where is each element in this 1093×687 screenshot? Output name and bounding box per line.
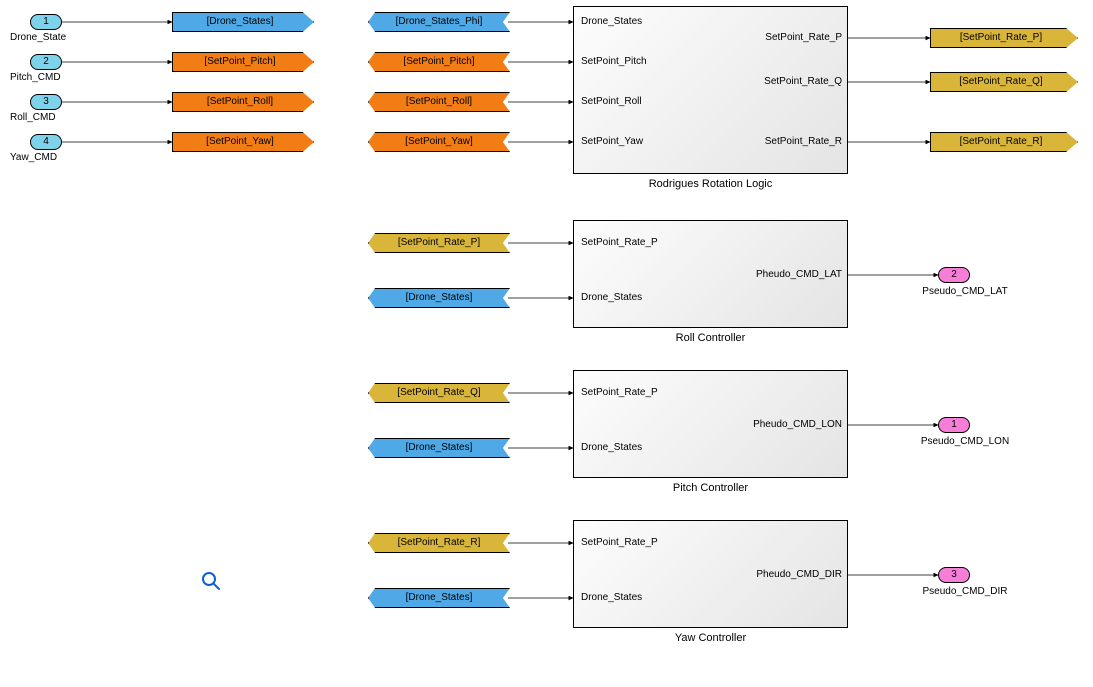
goto-tag[interactable]: [Drone_States]	[172, 12, 314, 32]
diagram-canvas: { "inports": [ { "num": "1", "label": "D…	[0, 0, 1093, 687]
inport-label: Drone_State	[10, 32, 66, 43]
goto-tag[interactable]: [SetPoint_Roll]	[172, 92, 314, 112]
outport-label: Pseudo_CMD_DIR	[900, 586, 1030, 597]
from-tag[interactable]: [SetPoint_Rate_P]	[368, 233, 510, 253]
from-tag[interactable]: [SetPoint_Rate_Q]	[368, 383, 510, 403]
block-outport-label: SetPoint_Rate_P	[742, 32, 842, 43]
wiring	[0, 0, 1093, 687]
block-inport-label: Drone_States	[581, 592, 642, 603]
from-tag[interactable]: [SetPoint_Yaw]	[368, 132, 510, 152]
zoom-icon[interactable]	[200, 570, 222, 595]
inport-label: Roll_CMD	[10, 112, 56, 123]
block-title: Yaw Controller	[573, 632, 848, 644]
from-tag[interactable]: [Drone_States]	[368, 438, 510, 458]
from-tag[interactable]: [Drone_States]	[368, 288, 510, 308]
goto-tag[interactable]: [SetPoint_Pitch]	[172, 52, 314, 72]
block-outport-label: Pheudo_CMD_DIR	[738, 569, 842, 580]
block-outport-label: Pheudo_CMD_LON	[738, 419, 842, 430]
block-title: Pitch Controller	[573, 482, 848, 494]
from-tag[interactable]: [SetPoint_Pitch]	[368, 52, 510, 72]
block-outport-label: SetPoint_Rate_R	[742, 136, 842, 147]
block-inport-label: SetPoint_Rate_P	[581, 237, 658, 248]
outport-pseudo_cmd_dir[interactable]: 3	[938, 567, 970, 583]
inport-label: Yaw_CMD	[10, 152, 57, 163]
goto-tag[interactable]: [SetPoint_Rate_Q]	[930, 72, 1078, 92]
inport-label: Pitch_CMD	[10, 72, 61, 83]
goto-tag[interactable]: [SetPoint_Rate_P]	[930, 28, 1078, 48]
goto-tag[interactable]: [SetPoint_Rate_R]	[930, 132, 1078, 152]
block-inport-label: Drone_States	[581, 16, 642, 27]
inport-drone_state[interactable]: 1	[30, 14, 62, 30]
block-inport-label: SetPoint_Rate_P	[581, 537, 658, 548]
outport-label: Pseudo_CMD_LAT	[900, 286, 1030, 297]
block-inport-label: Drone_States	[581, 442, 642, 453]
block-inport-label: SetPoint_Pitch	[581, 56, 647, 67]
block-inport-label: SetPoint_Roll	[581, 96, 642, 107]
from-tag[interactable]: [Drone_States_Phi]	[368, 12, 510, 32]
block-inport-label: Drone_States	[581, 292, 642, 303]
block-outport-label: Pheudo_CMD_LAT	[738, 269, 842, 280]
rodrigues-rotation-logic-title: Rodrigues Rotation Logic	[573, 178, 848, 190]
block-inport-label: SetPoint_Rate_P	[581, 387, 658, 398]
outport-label: Pseudo_CMD_LON	[900, 436, 1030, 447]
from-tag[interactable]: [SetPoint_Roll]	[368, 92, 510, 112]
goto-tag[interactable]: [SetPoint_Yaw]	[172, 132, 314, 152]
from-tag[interactable]: [SetPoint_Rate_R]	[368, 533, 510, 553]
outport-pseudo_cmd_lon[interactable]: 1	[938, 417, 970, 433]
inport-pitch_cmd[interactable]: 2	[30, 54, 62, 70]
from-tag[interactable]: [Drone_States]	[368, 588, 510, 608]
block-inport-label: SetPoint_Yaw	[581, 136, 643, 147]
block-outport-label: SetPoint_Rate_Q	[742, 76, 842, 87]
inport-yaw_cmd[interactable]: 4	[30, 134, 62, 150]
block-title: Roll Controller	[573, 332, 848, 344]
inport-roll_cmd[interactable]: 3	[30, 94, 62, 110]
outport-pseudo_cmd_lat[interactable]: 2	[938, 267, 970, 283]
